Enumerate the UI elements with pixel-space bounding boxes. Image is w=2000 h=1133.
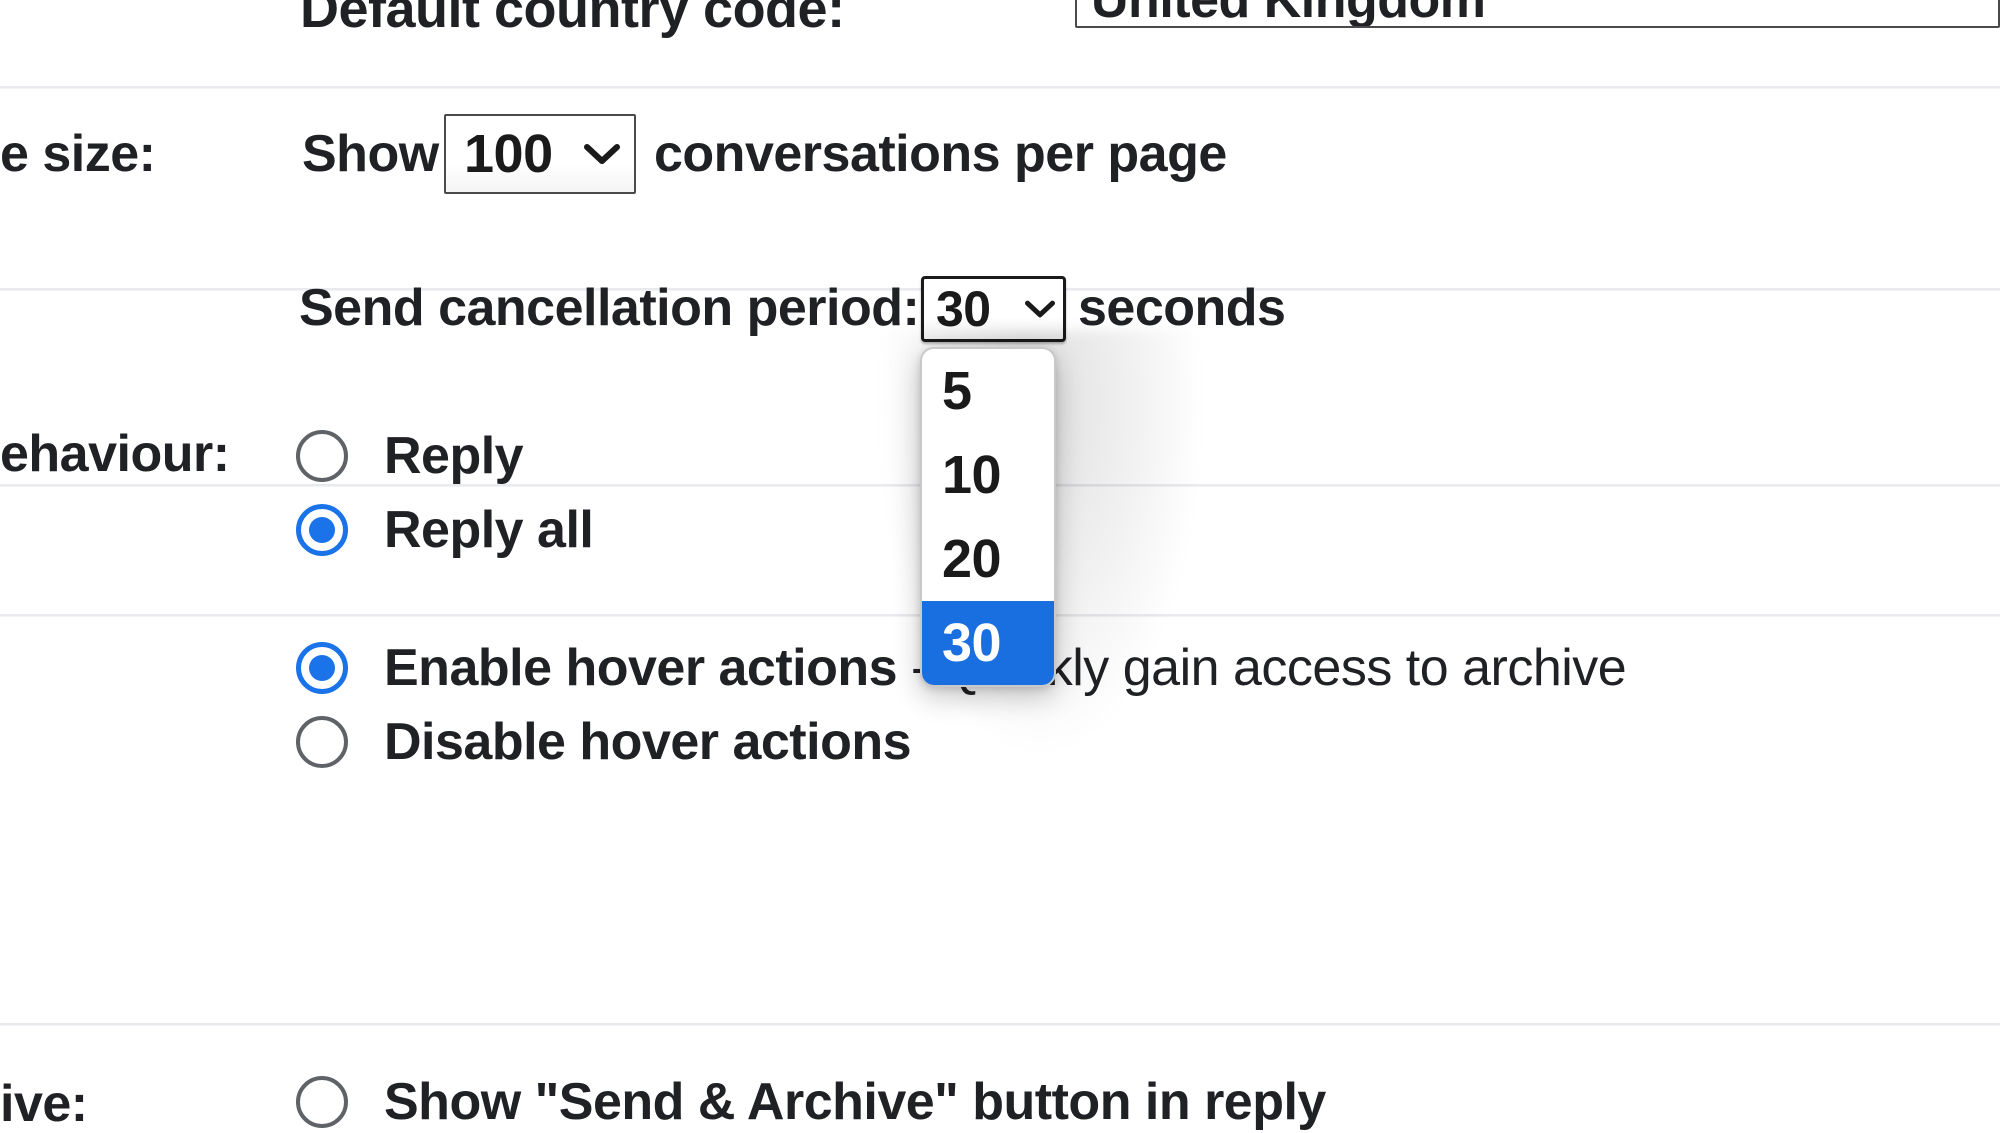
send-and-archive-label: ive: [0, 1075, 88, 1133]
chevron-down-icon [1025, 294, 1055, 324]
default-country-code-label: Default country code: [300, 0, 845, 39]
dropdown-option-30[interactable]: 30 [922, 601, 1054, 685]
send-cancellation-select-value: 30 [936, 281, 991, 337]
send-cancellation-suffix: seconds [1078, 279, 1286, 337]
radio-icon-disable-hover-actions[interactable] [296, 716, 348, 768]
radio-icon-reply[interactable] [296, 430, 348, 482]
page-size-suffix: conversations per page [654, 125, 1227, 183]
reply-behaviour-option-reply-label: Reply [384, 427, 524, 485]
dropdown-option-20[interactable]: 20 [922, 517, 1054, 601]
send-cancellation-select[interactable]: 30 [921, 276, 1066, 342]
hover-actions-option-disable-label: Disable hover actions [384, 713, 912, 771]
reply-behaviour-option-reply-all[interactable]: Reply all [296, 500, 594, 560]
radio-icon-enable-hover-actions[interactable] [296, 642, 348, 694]
settings-page: Default country code: United Kingdom e s… [0, 0, 2000, 1131]
page-size-prefix: Show [302, 125, 439, 183]
dropdown-option-10[interactable]: 10 [922, 433, 1054, 517]
dropdown-option-5[interactable]: 5 [922, 349, 1054, 433]
divider-5 [0, 1023, 2000, 1025]
reply-behaviour-option-reply[interactable]: Reply [296, 426, 524, 486]
reply-behaviour-label: ehaviour: [0, 425, 230, 483]
radio-icon-reply-all[interactable] [296, 504, 348, 556]
hover-actions-option-enable-label: Enable hover actions [384, 639, 898, 697]
send-and-archive-option-label: Show "Send & Archive" button in reply [384, 1073, 1326, 1131]
send-cancellation-dropdown[interactable]: 5 10 20 30 [920, 347, 1056, 687]
reply-behaviour-option-reply-all-label: Reply all [384, 501, 594, 559]
default-country-code-input[interactable]: United Kingdom [1075, 0, 2000, 28]
send-and-archive-option[interactable]: Show "Send & Archive" button in reply [296, 1072, 1326, 1132]
divider-1 [0, 86, 2000, 88]
page-size-label: e size: [0, 125, 156, 183]
chevron-down-icon [582, 134, 622, 174]
radio-icon-send-and-archive[interactable] [296, 1076, 348, 1128]
hover-actions-option-disable[interactable]: Disable hover actions [296, 712, 912, 772]
send-cancellation-label: Send cancellation period: [299, 279, 920, 337]
page-size-select-value: 100 [464, 124, 553, 184]
page-size-select[interactable]: 100 [444, 114, 636, 194]
